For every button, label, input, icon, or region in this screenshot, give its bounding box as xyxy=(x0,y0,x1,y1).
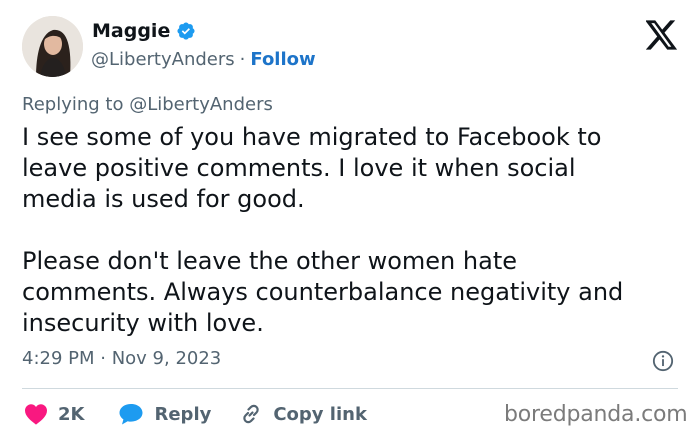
watermark: boredpanda.com xyxy=(504,402,688,427)
copy-link-label: Copy link xyxy=(273,403,367,425)
reply-button[interactable]: Reply xyxy=(118,402,211,426)
author-handle[interactable]: @LibertyAnders xyxy=(91,49,235,70)
avatar-image xyxy=(22,16,83,77)
link-icon xyxy=(243,404,260,424)
replying-prefix: Replying to xyxy=(22,94,124,115)
handle-separator: · xyxy=(239,49,246,70)
like-button[interactable]: 2K xyxy=(24,403,84,425)
like-count: 2K xyxy=(58,403,85,425)
verified-badge-icon xyxy=(177,22,195,40)
avatar[interactable] xyxy=(22,16,83,77)
divider xyxy=(22,388,678,389)
heart-icon xyxy=(25,404,47,425)
x-logo-icon[interactable] xyxy=(646,20,678,50)
replying-to: Replying to @LibertyAnders xyxy=(22,94,273,115)
copy-link-button[interactable]: Copy link xyxy=(239,402,367,426)
follow-button[interactable]: Follow xyxy=(250,49,315,70)
reply-label: Reply xyxy=(154,403,212,425)
tweet-timestamp[interactable]: 4:29 PM · Nov 9, 2023 xyxy=(22,348,221,369)
replying-mention[interactable]: @LibertyAnders xyxy=(129,94,273,115)
action-bar: 2K Reply Copy link xyxy=(24,398,367,430)
tweet-text: I see some of you have migrated to Faceb… xyxy=(22,123,624,337)
author-handle-row: @LibertyAnders · Follow xyxy=(91,49,316,70)
author-name-row: Maggie xyxy=(92,20,196,42)
info-icon[interactable] xyxy=(652,350,674,372)
author-name[interactable]: Maggie xyxy=(92,20,170,42)
reply-bubble-icon xyxy=(119,404,143,425)
tweet-card: Maggie @LibertyAnders · Follow Replying … xyxy=(0,0,700,440)
